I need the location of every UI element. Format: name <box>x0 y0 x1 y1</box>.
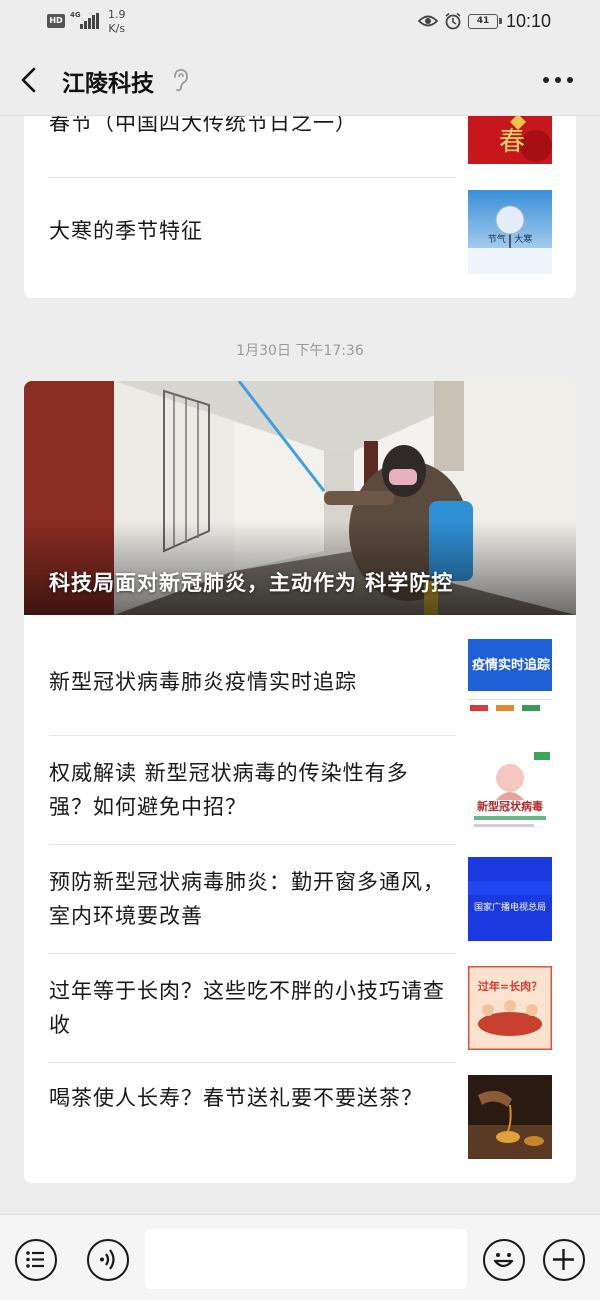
back-arrow-icon[interactable] <box>16 66 44 94</box>
bottom-toolbar <box>0 1214 600 1300</box>
ear-icon <box>174 69 188 92</box>
spring-festival-thumbnail: 春 <box>468 116 552 164</box>
alarm-clock-icon <box>445 12 461 30</box>
article-title: 预防新型冠状病毒肺炎：勤开窗多通风，室内环境要改善 <box>49 870 445 928</box>
speed-unit: K/s <box>108 22 126 35</box>
timestamp: 1月30日 下午17:36 <box>236 343 364 359</box>
add-icon[interactable] <box>543 1239 585 1281</box>
list-item[interactable]: 喝茶使人长寿？春节送礼要不要送茶？ <box>24 1063 576 1183</box>
new-year-meal-thumbnail: 过年=长肉？ <box>468 966 552 1050</box>
thumb-caption: 国家广播电视总局 <box>474 901 546 913</box>
svg-text:春: 春 <box>499 127 525 157</box>
more-options-icon[interactable] <box>540 74 576 86</box>
menu-list-icon[interactable] <box>15 1239 57 1281</box>
article-title: 权威解读 新型冠状病毒的传染性有多强？如何避免中招？ <box>49 761 409 819</box>
thumb-caption: 过年=长肉？ <box>478 979 542 993</box>
hero-article[interactable]: 科技局面对新冠肺炎，主动作为 科学防控 <box>24 381 576 615</box>
article-card-1: 春节（中国四大传统节日之一） 春 大寒的季节特征 节气 · 大寒 <box>24 116 576 298</box>
article-title: 喝茶使人长寿？春节送礼要不要送茶？ <box>49 1086 423 1110</box>
speed-value: 1.9 <box>108 8 126 21</box>
epidemic-tracker-thumbnail: 疫情实时追踪 <box>468 639 552 723</box>
list-item[interactable]: 大寒的季节特征 节气 · 大寒 <box>24 178 576 298</box>
status-bar: HD 4G 1.9 K/s 41 10:10 <box>0 0 600 44</box>
great-cold-snow-tree-thumbnail: 节气 · 大寒 <box>468 190 552 274</box>
list-item[interactable]: 预防新型冠状病毒肺炎：勤开窗多通风，室内环境要改善 国家广播电视总局 <box>24 845 576 953</box>
list-item[interactable]: 权威解读 新型冠状病毒的传染性有多强？如何避免中招？ 新型冠状病毒 <box>24 736 576 844</box>
emoji-icon[interactable] <box>483 1239 525 1281</box>
clock: 10:10 <box>506 11 552 31</box>
coronavirus-explainer-thumbnail: 新型冠状病毒 <box>468 748 552 832</box>
article-card-2: 科技局面对新冠肺炎，主动作为 科学防控 新型冠状病毒肺炎疫情实时追踪 疫情实时追… <box>24 381 576 1183</box>
thumb-caption: 疫情实时追踪 <box>472 657 550 673</box>
article-title: 春节（中国四大传统节日之一） <box>49 116 357 135</box>
article-title: 大寒的季节特征 <box>49 219 203 243</box>
tea-pouring-thumbnail <box>468 1075 552 1159</box>
hero-title: 科技局面对新冠肺炎，主动作为 科学防控 <box>49 571 454 595</box>
page-title: 江陵科技 <box>62 71 154 97</box>
voice-input-icon[interactable] <box>87 1239 129 1281</box>
list-item[interactable]: 新型冠状病毒肺炎疫情实时追踪 疫情实时追踪 <box>24 615 576 735</box>
thumb-caption: 新型冠状病毒 <box>477 799 543 813</box>
thumb-caption: 节气 · 大寒 <box>488 233 533 245</box>
article-title: 新型冠状病毒肺炎疫情实时追踪 <box>49 670 357 694</box>
hd-icon: HD <box>47 14 65 28</box>
article-title: 过年等于长肉？这些吃不胖的小技巧请查收 <box>49 979 445 1037</box>
broadcast-bureau-thumbnail: 国家广播电视总局 <box>468 857 552 941</box>
signal-icon <box>80 13 100 29</box>
nav-bar: 江陵科技 <box>0 44 600 116</box>
network-speed: 1.9 K/s <box>108 8 126 36</box>
message-input[interactable] <box>145 1229 467 1289</box>
battery-icon: 41 <box>468 14 502 29</box>
list-item[interactable]: 春节（中国四大传统节日之一） 春 <box>24 116 576 178</box>
list-item[interactable]: 过年等于长肉？这些吃不胖的小技巧请查收 过年=长肉？ <box>24 954 576 1062</box>
eye-icon <box>418 15 438 27</box>
